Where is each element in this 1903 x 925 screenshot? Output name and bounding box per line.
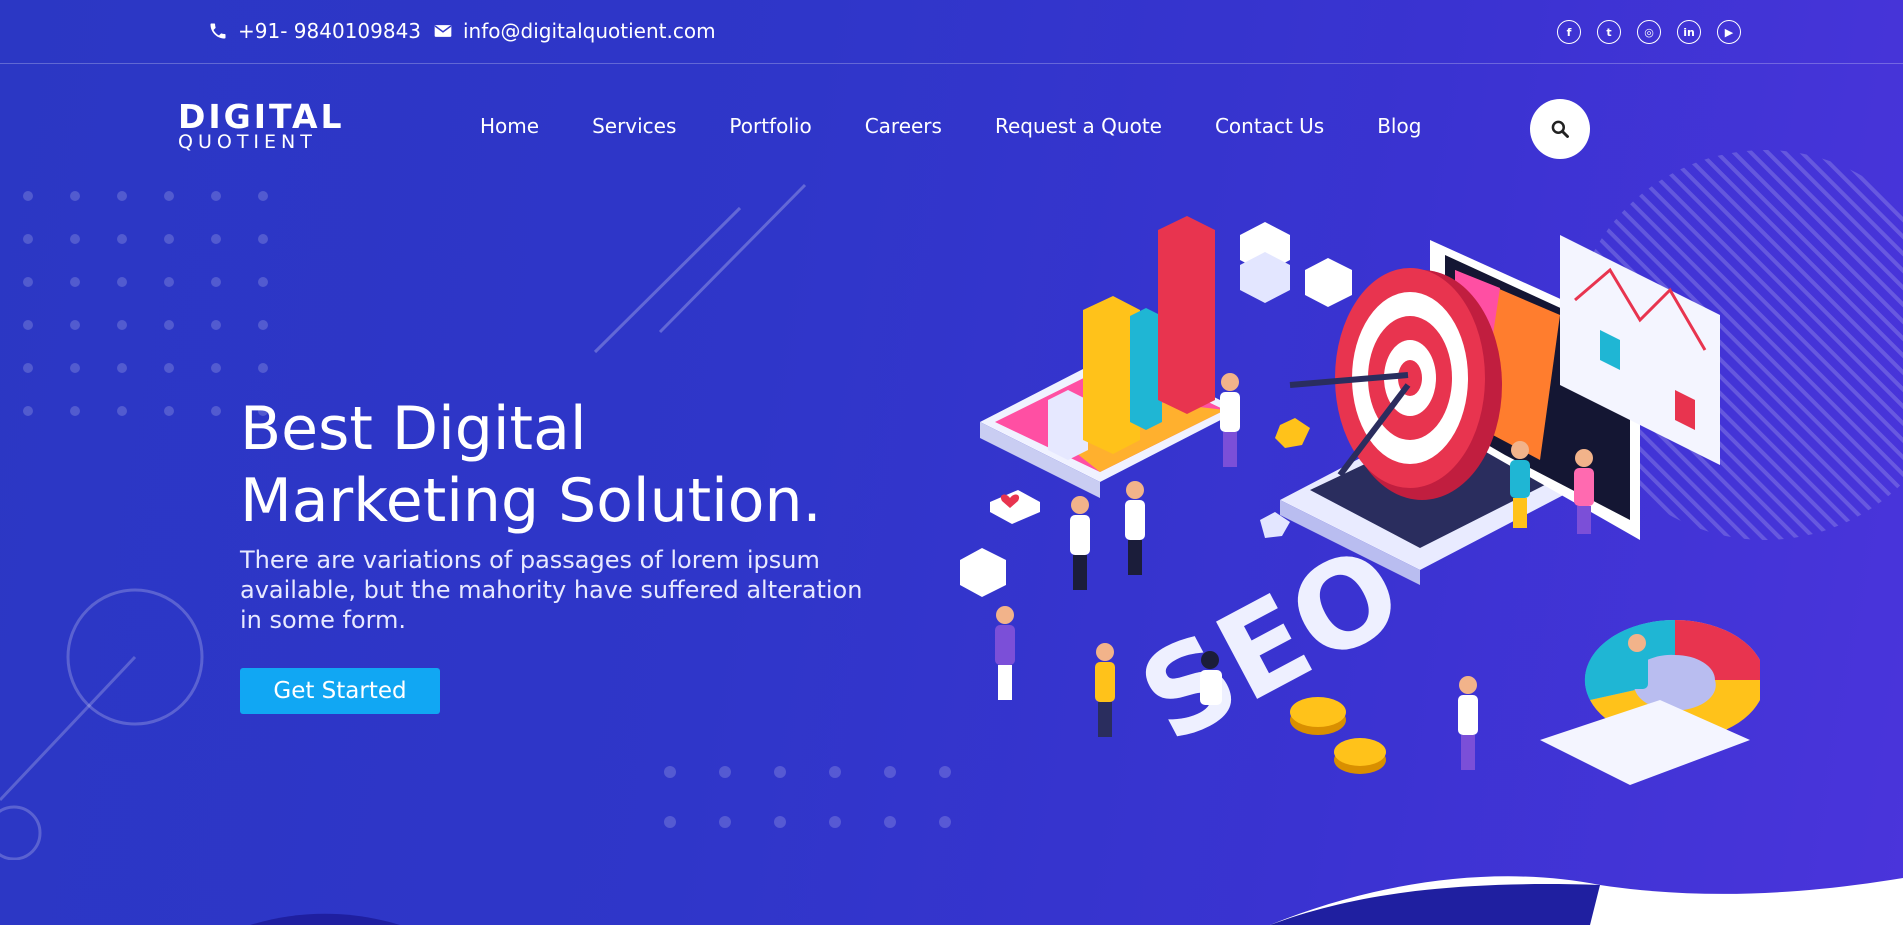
logo-line2: QUOTIENT: [178, 131, 317, 153]
phone-contact[interactable]: +91- 9840109843: [208, 19, 421, 43]
top-bar: +91- 9840109843 info@digitalquotient.com…: [0, 0, 1903, 64]
digital-marketing-illustration: SEO: [960, 216, 1760, 785]
email-contact[interactable]: info@digitalquotient.com: [433, 19, 716, 43]
linkedin-icon[interactable]: in: [1677, 20, 1701, 44]
bottom-wave: [250, 876, 1903, 925]
instagram-icon[interactable]: ◎: [1637, 20, 1661, 44]
donut-chart-graphic: [1540, 619, 1760, 785]
seo-letters-graphic: SEO: [1119, 521, 1423, 771]
nav-item-contact-us[interactable]: Contact Us: [1215, 114, 1324, 138]
phone-icon: [210, 23, 226, 39]
hero-title-line1: Best Digital: [240, 394, 587, 464]
dot-grid-decoration-bottom: [664, 766, 951, 828]
get-started-button[interactable]: Get Started: [240, 668, 440, 714]
site-logo[interactable]: DIGITAL QUOTIENT: [178, 97, 345, 153]
main-nav: Home Services Portfolio Careers Request …: [480, 114, 1421, 138]
envelope-icon: [434, 25, 452, 37]
circle-line-decoration: [0, 588, 204, 860]
coins-graphic: [1290, 697, 1386, 774]
nav-item-home[interactable]: Home: [480, 114, 539, 138]
facebook-icon[interactable]: f: [1557, 20, 1581, 44]
nav-item-careers[interactable]: Careers: [865, 114, 942, 138]
social-links: f t ◎ in ▶: [1557, 20, 1741, 44]
nav-item-blog[interactable]: Blog: [1377, 114, 1421, 138]
email-address[interactable]: info@digitalquotient.com: [463, 19, 716, 43]
diagonal-lines-decoration: [593, 183, 807, 354]
hero-title: Best Digital Marketing Solution.: [240, 393, 822, 537]
search-icon: [1551, 120, 1569, 138]
hero-title-line2: Marketing Solution.: [240, 466, 822, 536]
hero-description: There are variations of passages of lore…: [240, 546, 863, 634]
youtube-icon[interactable]: ▶: [1717, 20, 1741, 44]
nav-item-request-quote[interactable]: Request a Quote: [995, 114, 1162, 138]
seo-text: SEO: [1119, 521, 1423, 771]
nav-item-services[interactable]: Services: [592, 114, 676, 138]
phone-number[interactable]: +91- 9840109843: [238, 19, 421, 43]
twitter-icon[interactable]: t: [1597, 20, 1621, 44]
nav-item-portfolio[interactable]: Portfolio: [729, 114, 811, 138]
dot-grid-decoration: [23, 191, 268, 416]
logo-line1: DIGITAL: [178, 97, 345, 136]
